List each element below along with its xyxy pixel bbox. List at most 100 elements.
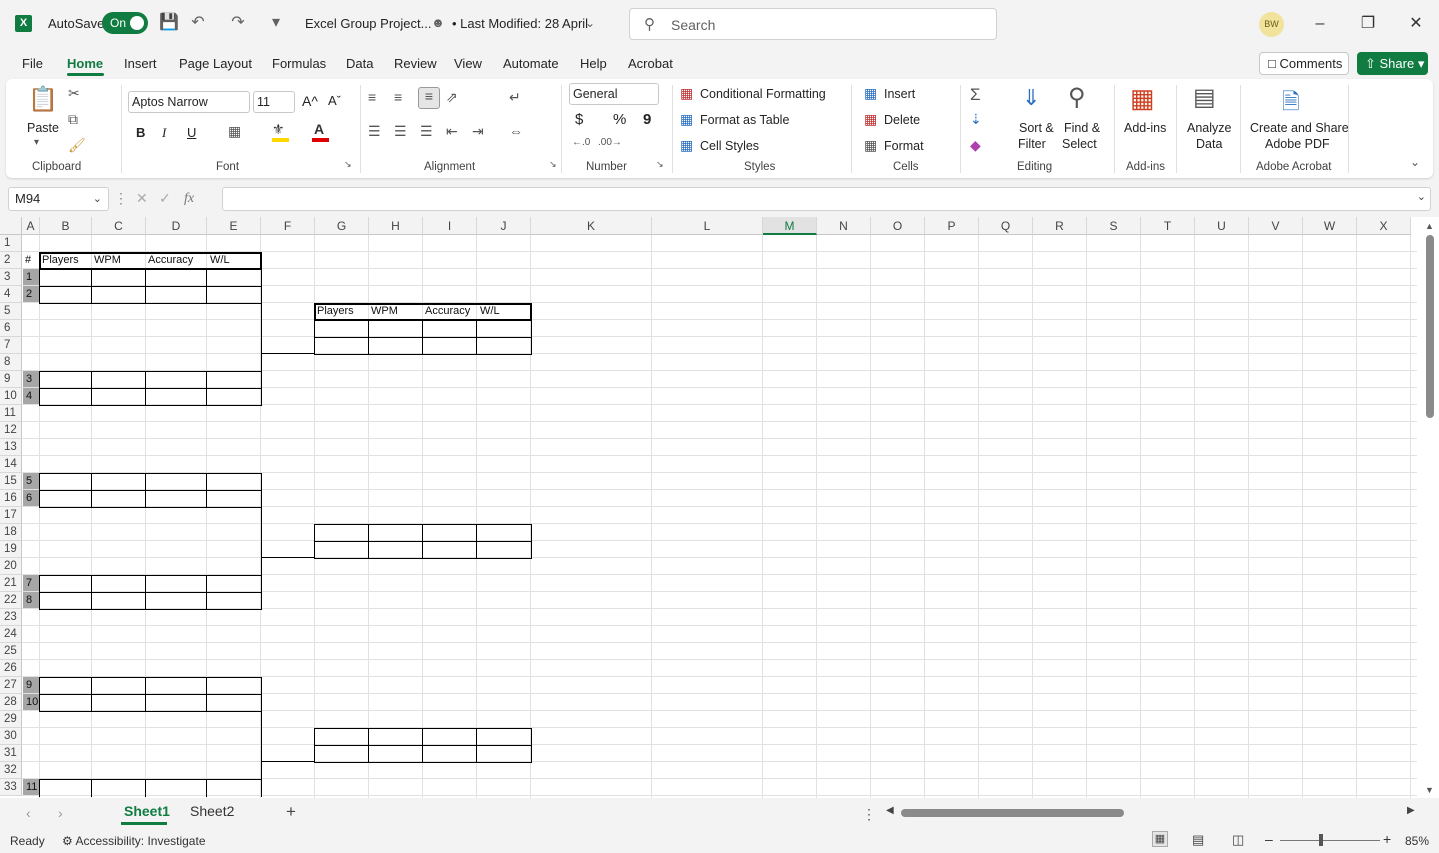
conditional-formatting-button[interactable]: Conditional Formatting [700,87,826,101]
row-header-14[interactable]: 14 [0,456,22,473]
find-select-icon[interactable]: ⚲ [1068,83,1086,112]
seed-number[interactable]: 7 [26,575,32,591]
tab-help[interactable]: Help [580,56,607,71]
column-header-j[interactable]: J [477,217,531,235]
insert-function-button[interactable]: fx [184,191,194,207]
row-header-4[interactable]: 4 [0,286,22,303]
search-box[interactable]: ⚲ Search [629,8,997,40]
user-avatar[interactable]: BW [1259,12,1284,37]
insert-cells-button[interactable]: Insert [884,87,915,101]
formula-input[interactable]: ⌄ [222,187,1431,211]
cut-icon[interactable]: ✂ [68,85,80,102]
adobe-pdf-label-2[interactable]: Adobe PDF [1265,137,1330,151]
column-header-w[interactable]: W [1303,217,1357,235]
zoom-in-icon[interactable]: + [1383,831,1391,847]
seed-number[interactable]: 8 [26,592,32,608]
minimize-icon[interactable]: – [1308,12,1332,36]
font-name-select[interactable]: Aptos Narrow [128,91,250,113]
orientation-icon[interactable]: ⇗ [446,89,458,106]
format-painter-icon[interactable]: 🖌 [68,137,86,154]
seed-number[interactable]: 1 [26,269,32,285]
add-sheet-icon[interactable]: + [286,802,296,822]
column-header-f[interactable]: F [261,217,315,235]
cell-a2[interactable]: # [25,252,31,268]
normal-view-icon[interactable]: ▦ [1152,831,1168,847]
align-middle-icon[interactable]: ≡ [394,89,402,105]
page-break-view-icon[interactable]: ◫ [1232,832,1244,848]
seed-number[interactable]: 9 [26,677,32,693]
column-header-c[interactable]: C [92,217,146,235]
column-header-u[interactable]: U [1195,217,1249,235]
analyze-data-label-1[interactable]: Analyze [1187,121,1231,135]
currency-button[interactable]: $ [575,111,583,128]
row-header-31[interactable]: 31 [0,745,22,762]
column-header-o[interactable]: O [871,217,925,235]
vertical-scroll-thumb[interactable] [1426,235,1434,418]
borders-icon[interactable]: ▦ [228,123,241,140]
comma-button[interactable]: 9 [643,111,651,128]
chevron-down-icon[interactable]: ⌄ [580,13,600,33]
font-size-select[interactable]: 11 [253,91,295,113]
column-header-s[interactable]: S [1087,217,1141,235]
find-select-label-1[interactable]: Find & [1064,121,1100,135]
tab-file[interactable]: File [22,56,43,71]
analyze-data-label-2[interactable]: Data [1196,137,1222,151]
collapse-ribbon-icon[interactable]: ⌄ [1410,155,1420,169]
cancel-icon[interactable]: ✕ [136,190,148,207]
decrease-decimal-icon[interactable]: .00→ [598,137,622,148]
row-header-11[interactable]: 11 [0,405,22,422]
tab-formulas[interactable]: Formulas [272,56,326,71]
format-as-table-button[interactable]: Format as Table [700,113,789,127]
accessibility-status[interactable]: ⚙ Accessibility: Investigate [62,834,206,848]
row-header-22[interactable]: 22 [0,592,22,609]
column-header-x[interactable]: X [1357,217,1411,235]
align-bottom-icon[interactable]: ≡ [418,87,440,109]
row-header-25[interactable]: 25 [0,643,22,660]
more-icon[interactable]: ⋮ [114,190,128,207]
row-header-30[interactable]: 30 [0,728,22,745]
align-center-icon[interactable]: ☰ [394,123,407,140]
seed-number[interactable]: 6 [26,490,32,506]
shrink-font-icon[interactable]: Aˇ [328,93,341,108]
seed-number[interactable]: 11 [26,779,37,795]
last-modified[interactable]: • Last Modified: 28 April [452,16,588,31]
share-person-icon[interactable]: ☻ [428,13,448,33]
merge-center-icon[interactable]: ⇔ [509,123,523,139]
row-header-27[interactable]: 27 [0,677,22,694]
number-format-select[interactable]: General [569,83,659,105]
find-select-label-2[interactable]: Select [1062,137,1097,151]
increase-decimal-icon[interactable]: ←.0 [572,137,590,148]
row-header-24[interactable]: 24 [0,626,22,643]
row-header-21[interactable]: 21 [0,575,22,592]
seed-number[interactable]: 2 [26,286,32,302]
seed-number[interactable]: 3 [26,371,32,387]
row-header-2[interactable]: 2 [0,252,22,269]
row-header-7[interactable]: 7 [0,337,22,354]
sort-filter-label-1[interactable]: Sort & [1019,121,1054,135]
column-header-e[interactable]: E [207,217,261,235]
row-header-1[interactable]: 1 [0,235,22,252]
column-header-g[interactable]: G [315,217,369,235]
tab-home[interactable]: Home [67,56,103,71]
tab-review[interactable]: Review [394,56,437,71]
wrap-text-icon[interactable]: ↵ [509,89,521,106]
copy-icon[interactable]: ⧉ [68,111,78,128]
expand-formula-icon[interactable]: ⌄ [1417,190,1426,203]
tab-data[interactable]: Data [346,56,373,71]
number-dialog-launcher-icon[interactable]: ↘ [656,159,664,170]
row-header-16[interactable]: 16 [0,490,22,507]
tab-view[interactable]: View [454,56,482,71]
increase-indent-icon[interactable]: ⇥ [472,123,484,140]
paste-label[interactable]: Paste [27,121,59,135]
column-header-m[interactable]: M [763,217,817,235]
delete-cells-button[interactable]: Delete [884,113,920,127]
column-header-d[interactable]: D [146,217,207,235]
seed-number[interactable]: 4 [26,388,32,404]
grow-font-icon[interactable]: A^ [302,93,318,109]
alignment-dialog-launcher-icon[interactable]: ↘ [549,159,557,170]
select-all-corner[interactable] [0,217,22,235]
bold-button[interactable]: B [136,125,145,140]
scroll-up-icon[interactable]: ▲ [1425,221,1434,231]
add-ins-button[interactable]: Add-ins [1124,121,1166,135]
row-header-18[interactable]: 18 [0,524,22,541]
